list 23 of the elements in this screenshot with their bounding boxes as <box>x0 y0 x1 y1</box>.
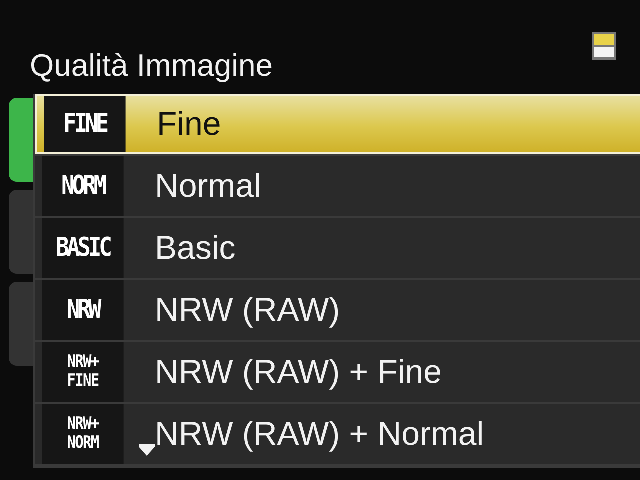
item-label: NRW (RAW) <box>155 291 340 329</box>
quality-badge: NRW+ FINE <box>42 342 124 402</box>
quality-badge: BASIC <box>42 218 124 278</box>
menu-title: Qualità Immagine <box>30 48 273 84</box>
menu-item[interactable]: NRW+ NORM NRW (RAW) + Normal <box>35 404 640 464</box>
item-label: Basic <box>155 229 236 267</box>
menu-item[interactable]: NORM Normal <box>35 156 640 216</box>
menu-tab[interactable] <box>9 98 33 182</box>
page-indicator-icon <box>592 32 616 60</box>
menu-item[interactable]: NRW NRW (RAW) <box>35 280 640 340</box>
menu-item[interactable]: BASIC Basic <box>35 218 640 278</box>
menu-tab[interactable] <box>9 190 33 274</box>
menu-tab[interactable] <box>9 282 33 366</box>
quality-badge: NRW+ NORM <box>42 404 124 464</box>
quality-badge: NORM <box>42 156 124 216</box>
quality-badge: NRW <box>42 280 124 340</box>
menu-item[interactable]: NRW+ FINE NRW (RAW) + Fine <box>35 342 640 402</box>
item-label: NRW (RAW) + Fine <box>155 353 442 391</box>
menu-item[interactable]: FINE Fine <box>35 94 640 154</box>
item-label: NRW (RAW) + Normal <box>155 415 484 453</box>
item-label: Normal <box>155 167 262 205</box>
item-label: Fine <box>157 105 222 143</box>
quality-badge: FINE <box>44 96 126 152</box>
